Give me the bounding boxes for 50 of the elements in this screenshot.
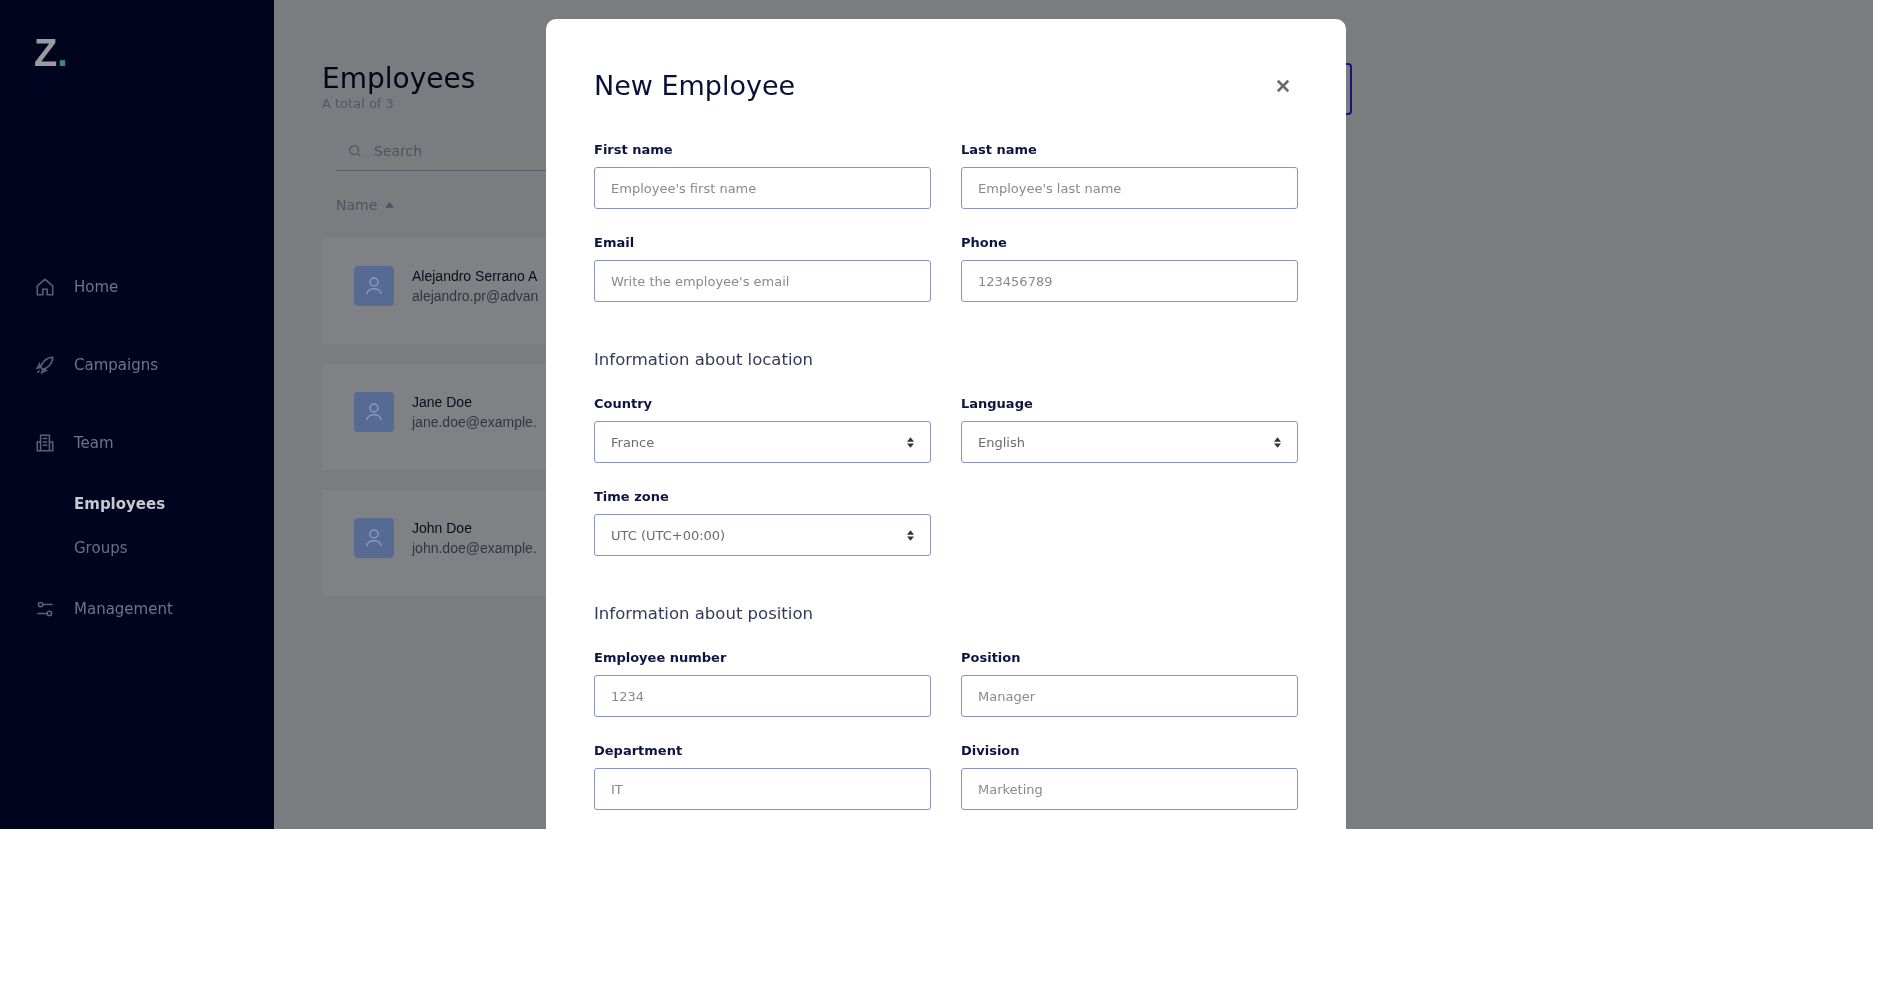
updown-arrows-icon (907, 436, 914, 448)
field-label: Time zone (594, 488, 670, 506)
employee-name: Alejandro Serrano A (412, 267, 538, 284)
sort-arrow-icon (385, 201, 395, 208)
field-label: Phone (961, 234, 1008, 252)
nav-item[interactable]: Management (34, 570, 274, 648)
rocket-icon (34, 354, 56, 376)
nav-item[interactable]: Campaigns (34, 326, 274, 404)
nav-item[interactable]: Home (34, 248, 274, 326)
building-icon (34, 432, 56, 454)
field-label: Email (594, 234, 636, 252)
section-heading: Information about position (594, 603, 814, 625)
input-field[interactable]: 1234 (594, 675, 931, 717)
input-field[interactable]: Employee's first name (594, 167, 931, 209)
field-label: Language (961, 395, 1034, 413)
employee-email: john.doe@example. (412, 539, 537, 556)
input-field[interactable]: Write the employee's email (594, 260, 931, 302)
modal-title: New Employee (594, 69, 796, 103)
avatar-icon (354, 517, 394, 558)
search-icon (348, 144, 362, 159)
select-field[interactable]: France (594, 421, 931, 463)
input-field[interactable]: Employee's last name (961, 167, 1298, 209)
home-icon (34, 276, 56, 298)
select-field[interactable]: English (961, 421, 1298, 463)
logo[interactable]: Z. (34, 34, 274, 72)
field-label: Department (594, 742, 684, 760)
field-label: Country (594, 395, 654, 413)
nav-item[interactable]: Team (34, 404, 274, 482)
avatar-icon (354, 265, 394, 306)
field-label: First name (594, 141, 674, 159)
updown-arrows-icon (907, 529, 914, 541)
field-label: Position (961, 649, 1022, 667)
input-field[interactable]: Marketing (961, 768, 1298, 810)
employee-name: John Doe (412, 519, 472, 536)
input-field[interactable]: IT (594, 768, 931, 810)
nav-subitem[interactable]: Employees (34, 482, 274, 526)
nav-subitem[interactable]: Groups (34, 526, 274, 570)
page-title: Employees (322, 62, 476, 96)
input-field[interactable]: Manager (961, 675, 1298, 717)
select-field[interactable]: UTC (UTC+00:00) (594, 514, 931, 556)
employee-name: Jane Doe (412, 393, 472, 410)
avatar-icon (354, 391, 394, 432)
field-label: Employee number (594, 649, 728, 667)
updown-arrows-icon (1274, 436, 1281, 448)
field-label: Division (961, 742, 1021, 760)
field-label: Last name (961, 141, 1038, 159)
input-field[interactable]: 123456789 (961, 260, 1298, 302)
close-icon[interactable] (1276, 79, 1290, 93)
employee-email: alejandro.pr@advan (412, 287, 539, 304)
employee-email: jane.doe@example. (412, 413, 537, 430)
